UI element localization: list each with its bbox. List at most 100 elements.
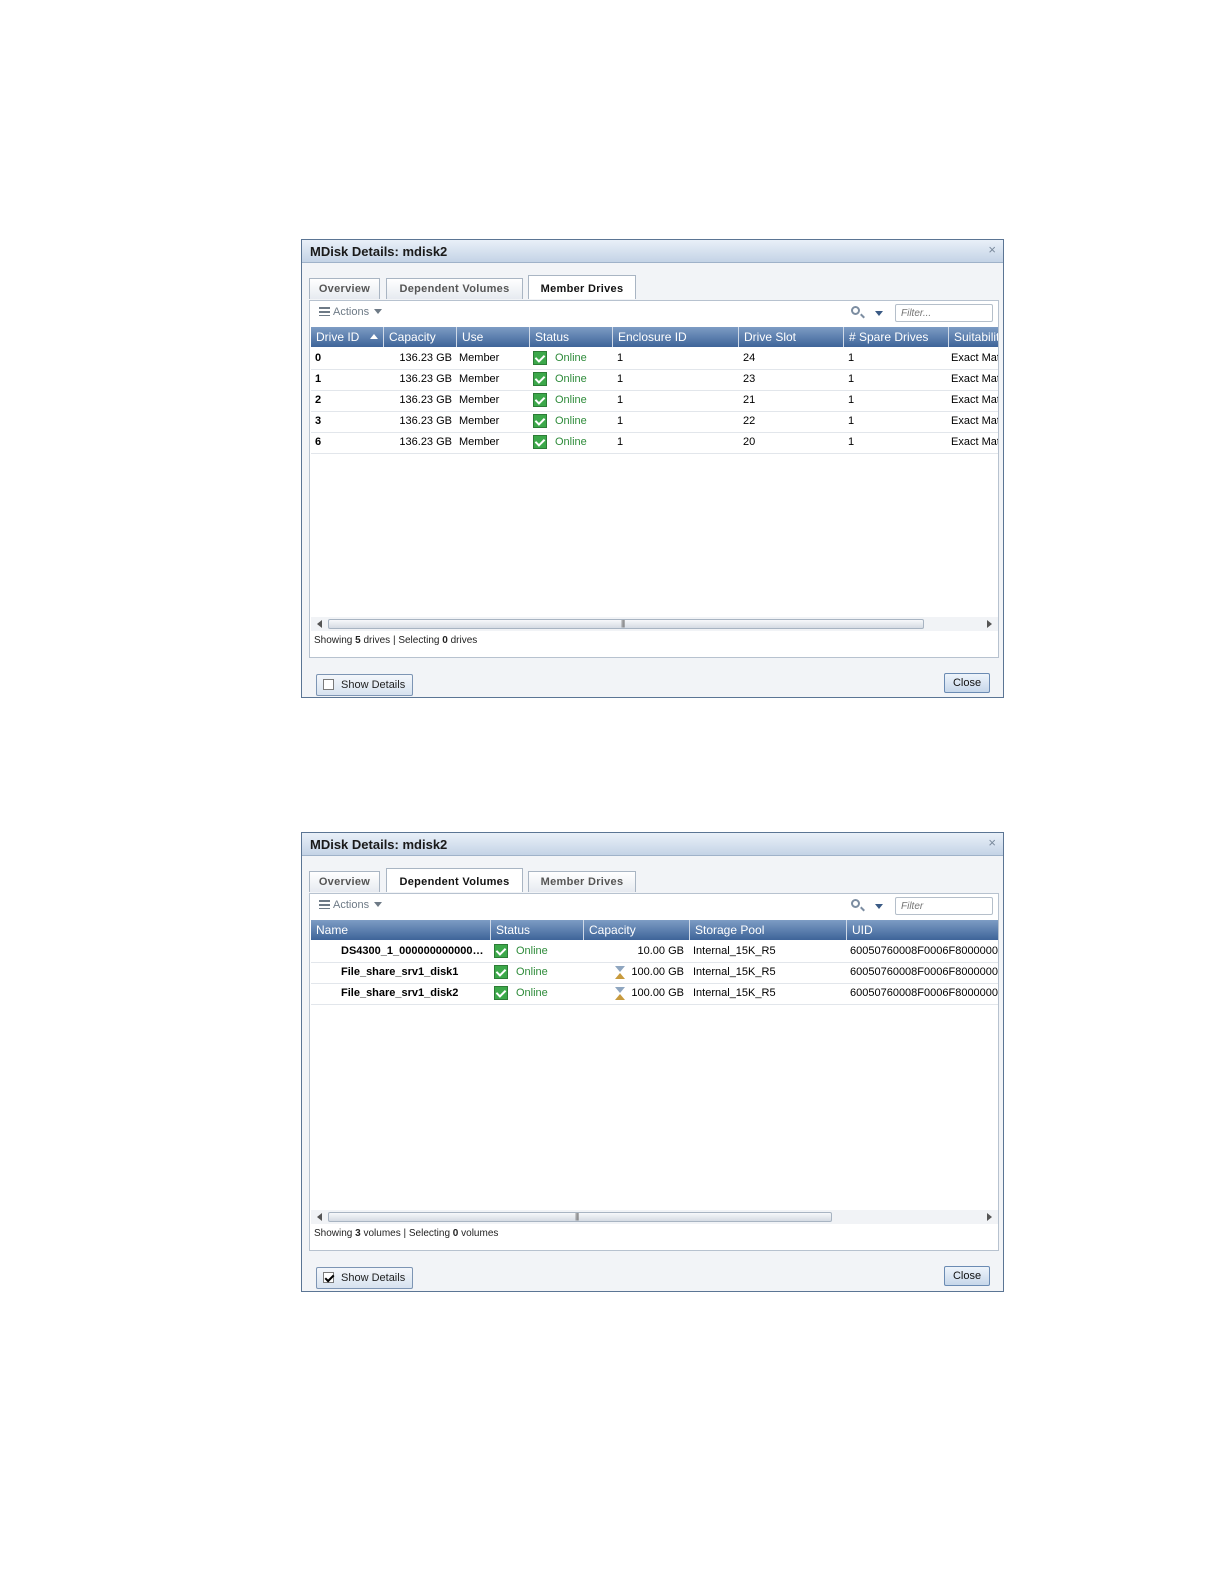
hourglass-icon: [615, 966, 625, 980]
status-cell: Online: [555, 373, 587, 385]
grid-status: Showing 5 drives | Selecting 0 drives: [314, 635, 477, 646]
close-icon[interactable]: ×: [988, 242, 996, 257]
tab-dependent-volumes[interactable]: Dependent Volumes: [386, 868, 523, 892]
storage-pool-cell: Internal_15K_R5: [693, 966, 776, 978]
close-button[interactable]: Close: [944, 673, 990, 693]
status-count: 3: [355, 1228, 361, 1239]
enclosure-id-cell: 1: [617, 436, 624, 448]
column-header-suitability[interactable]: Suitability: [949, 327, 998, 347]
table-row[interactable]: File_share_srv1_disk2 Online 100.00 GB Inte…: [311, 983, 998, 1005]
column-header-drive-slot[interactable]: Drive Slot: [739, 327, 844, 347]
column-header-status[interactable]: Status: [530, 327, 613, 347]
status-selected: 0: [452, 1228, 459, 1239]
grip-icon: |||: [575, 1212, 579, 1221]
scrollbar-thumb[interactable]: |||: [328, 1212, 832, 1222]
filter-input[interactable]: [895, 897, 993, 915]
check-icon: [494, 986, 508, 1000]
column-header-uid[interactable]: UID: [847, 920, 998, 940]
filter-input[interactable]: [895, 304, 993, 322]
show-details-checkbox[interactable]: [323, 679, 334, 690]
actions-menu[interactable]: Actions: [319, 899, 383, 911]
close-icon[interactable]: ×: [988, 835, 996, 850]
show-details-label: Show Details: [341, 1272, 406, 1284]
drive-id-cell: 3: [315, 415, 322, 427]
spare-drives-cell: 1: [848, 415, 855, 427]
column-header-capacity[interactable]: Capacity: [584, 920, 690, 940]
column-header-capacity[interactable]: Capacity: [384, 327, 457, 347]
enclosure-id-cell: 1: [617, 352, 624, 364]
hourglass-icon: [615, 987, 625, 1001]
dialog-titlebar[interactable]: MDisk Details: mdisk2 ×: [302, 833, 1003, 856]
drive-slot-cell: 20: [743, 436, 756, 448]
status-cell: Online: [555, 352, 587, 364]
suitability-cell: Exact Match: [951, 394, 998, 406]
actions-label: Actions: [333, 899, 370, 911]
sort-ascending-icon: [370, 334, 378, 339]
close-button[interactable]: Close: [944, 1266, 990, 1286]
scroll-right-icon[interactable]: [987, 620, 992, 628]
horizontal-scrollbar[interactable]: |||: [311, 1210, 998, 1224]
tab-panel: Actions Drive ID Capacity Use Status Enc…: [309, 300, 999, 658]
spare-drives-cell: 1: [848, 436, 855, 448]
column-header-status[interactable]: Status: [491, 920, 584, 940]
check-icon: [533, 372, 547, 386]
dialog-title: MDisk Details: mdisk2: [310, 244, 448, 259]
tab-member-drives[interactable]: Member Drives: [528, 871, 636, 892]
show-details-toggle[interactable]: Show Details: [316, 674, 414, 696]
horizontal-scrollbar[interactable]: |||: [311, 617, 998, 631]
column-header-name[interactable]: Name: [311, 920, 491, 940]
table-row[interactable]: 0 136.23 GB Member Online 1 24 1 Exact Match: [311, 348, 998, 370]
column-header-use[interactable]: Use: [457, 327, 530, 347]
uid-cell: 60050760008F0006F800000000: [850, 945, 998, 957]
tab-overview[interactable]: Overview: [309, 278, 380, 299]
capacity-cell: 10.00 GB: [637, 945, 684, 957]
status-count: 5: [355, 635, 361, 646]
column-header-enclosure-id[interactable]: Enclosure ID: [613, 327, 739, 347]
show-details-toggle[interactable]: Show Details: [316, 1267, 414, 1289]
volumes-table: Name Status Capacity Storage Pool UID DS…: [311, 920, 998, 1210]
column-header-storage-pool[interactable]: Storage Pool: [690, 920, 847, 940]
capacity-cell: 136.23 GB: [399, 352, 452, 364]
table-row[interactable]: 2 136.23 GB Member Online 1 21 1 Exact Match: [311, 390, 998, 412]
dialog-titlebar[interactable]: MDisk Details: mdisk2 ×: [302, 240, 1003, 263]
drives-table: Drive ID Capacity Use Status Enclosure I…: [311, 327, 998, 617]
status-suffix: volumes: [461, 1228, 499, 1239]
search-icon[interactable]: [851, 306, 860, 315]
tab-overview[interactable]: Overview: [309, 871, 380, 892]
capacity-cell: 136.23 GB: [399, 373, 452, 385]
enclosure-id-cell: 1: [617, 394, 624, 406]
status-cell: Online: [516, 987, 548, 999]
scroll-right-icon[interactable]: [987, 1213, 992, 1221]
chevron-down-icon[interactable]: [875, 311, 883, 316]
scroll-left-icon[interactable]: [317, 1213, 322, 1221]
status-cell: Online: [555, 394, 587, 406]
status-mid: volumes | Selecting: [363, 1228, 451, 1239]
drive-id-cell: 1: [315, 373, 322, 385]
show-details-checkbox[interactable]: [323, 1272, 334, 1283]
tab-dependent-volumes[interactable]: Dependent Volumes: [386, 278, 523, 299]
name-cell: File_share_srv1_disk2: [341, 987, 459, 999]
table-row[interactable]: 3 136.23 GB Member Online 1 22 1 Exact Match: [311, 411, 998, 433]
tab-panel: Actions Name Status Capacity Storage Poo…: [309, 893, 999, 1251]
column-header-spare-drives[interactable]: # Spare Drives: [844, 327, 949, 347]
search-icon[interactable]: [851, 899, 860, 908]
table-row[interactable]: 6 136.23 GB Member Online 1 20 1 Exact Match: [311, 432, 998, 454]
dialog-title: MDisk Details: mdisk2: [310, 837, 448, 852]
actions-menu[interactable]: Actions: [319, 306, 383, 318]
grid-toolbar: Actions: [310, 301, 998, 325]
table-header: Drive ID Capacity Use Status Enclosure I…: [311, 327, 998, 347]
tab-member-drives[interactable]: Member Drives: [528, 275, 636, 299]
scroll-left-icon[interactable]: [317, 620, 322, 628]
name-cell: File_share_srv1_disk1: [341, 966, 459, 978]
grip-icon: |||: [621, 619, 625, 628]
scrollbar-thumb[interactable]: |||: [328, 619, 924, 629]
status-prefix: Showing: [314, 1228, 353, 1239]
use-cell: Member: [459, 352, 500, 364]
column-header-drive-id[interactable]: Drive ID: [311, 327, 384, 347]
table-row[interactable]: DS4300_1_00000000000000000 Online 10.00 GB…: [311, 941, 998, 963]
chevron-down-icon[interactable]: [875, 904, 883, 909]
table-row[interactable]: 1 136.23 GB Member Online 1 23 1 Exact Match: [311, 369, 998, 391]
check-icon: [533, 414, 547, 428]
capacity-cell: 136.23 GB: [399, 394, 452, 406]
table-row[interactable]: File_share_srv1_disk1 Online 100.00 GB Inte…: [311, 962, 998, 984]
